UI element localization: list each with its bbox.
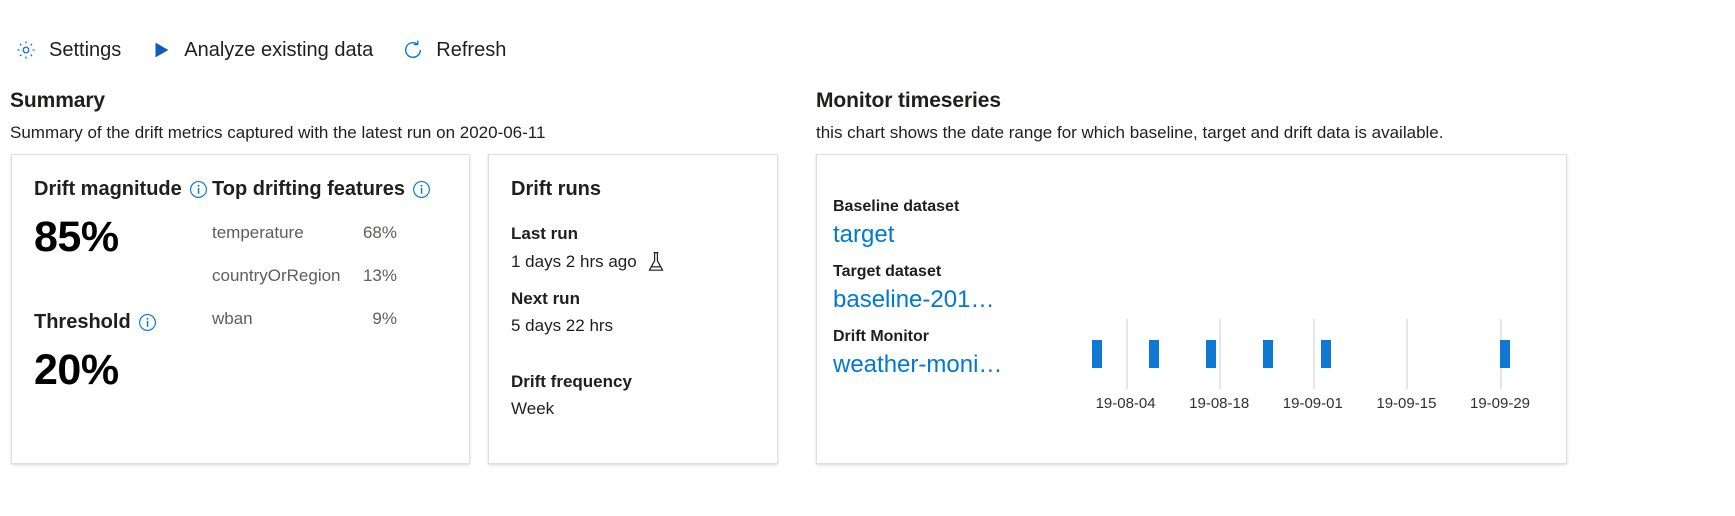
drift-magnitude-info-icon[interactable]	[189, 180, 208, 199]
monitor-timeseries-section-header: Monitor timeseries this chart shows the …	[816, 88, 1696, 144]
chart-gridline	[1125, 319, 1128, 389]
gear-icon	[14, 38, 38, 62]
target-dataset-link[interactable]: baseline-201…	[833, 284, 1023, 315]
chart-bar[interactable]	[1091, 340, 1102, 368]
timeseries-dataset-labels: Baseline dataset target Target dataset b…	[833, 197, 1023, 393]
chart-x-tick-label: 19-09-01	[1282, 395, 1343, 412]
feature-value: 9%	[372, 309, 397, 328]
summary-title: Summary	[10, 89, 106, 112]
chart-bar[interactable]	[1149, 340, 1159, 368]
chart-x-tick-label: 19-09-15	[1376, 395, 1437, 412]
threshold-info-icon[interactable]	[138, 313, 157, 332]
feature-value: 13%	[362, 266, 397, 285]
feature-name: temperature	[212, 223, 304, 242]
drift-runs-card: Drift runs Last run 1 days 2 hrs ago Nex…	[488, 154, 778, 464]
chart-x-tick-label: 19-09-29	[1469, 395, 1531, 412]
drift-magnitude-label: Drift magnitude	[34, 178, 182, 200]
threshold-heading: Threshold	[34, 310, 208, 334]
next-run-value: 5 days 22 hrs	[511, 316, 614, 336]
play-icon	[149, 38, 173, 62]
feature-value: 68%	[362, 223, 397, 242]
chart-gridline	[1219, 319, 1222, 389]
analyze-existing-data-button[interactable]: Analyze existing data	[135, 34, 387, 66]
drift-runs-title: Drift runs	[511, 178, 601, 200]
drift-magnitude-heading: Drift magnitude	[34, 177, 208, 201]
timeseries-plot: 19-08-04 19-08-18 19-09-01 19-09-15 19-09-29	[1032, 169, 1552, 453]
drift-monitor-label: Drift Monitor	[833, 328, 929, 346]
baseline-dataset-label: Baseline dataset	[833, 198, 960, 215]
drift-frequency-label: Drift frequency	[511, 372, 632, 392]
top-drifting-features-label: Top drifting features	[212, 178, 405, 200]
threshold-block: Threshold 20%	[34, 310, 208, 393]
monitor-timeseries-card: Baseline dataset target Target dataset b…	[816, 154, 1567, 464]
command-bar: Settings Analyze existing data Refresh	[0, 28, 520, 72]
summary-card-inner: Drift magnitude 85% Threshold 20% Top dr…	[12, 155, 469, 463]
summary-subtitle: Summary of the drift metrics captured wi…	[10, 123, 546, 143]
refresh-button-label: Refresh	[436, 39, 507, 61]
settings-button[interactable]: Settings	[0, 34, 135, 66]
analyze-existing-data-label: Analyze existing data	[184, 39, 374, 61]
next-run-label: Next run	[511, 289, 580, 309]
top-drifting-features-column: Top drifting features temperature 68% co…	[208, 177, 469, 463]
feature-name: wban	[212, 309, 253, 328]
summary-section-header: Summary Summary of the drift metrics cap…	[10, 88, 790, 144]
target-dataset-label: Target dataset	[833, 263, 942, 281]
drift-runs-inner: Drift runs Last run 1 days 2 hrs ago Nex…	[489, 155, 777, 420]
chart-gridline	[1406, 319, 1409, 389]
top-drifting-features-info-icon[interactable]	[412, 180, 431, 199]
top-drifting-features-heading: Top drifting features	[212, 177, 469, 201]
refresh-icon	[401, 38, 425, 62]
monitor-timeseries-subtitle: this chart shows the date range for whic…	[816, 123, 1444, 143]
threshold-value: 20%	[34, 346, 119, 395]
summary-metrics-card: Drift magnitude 85% Threshold 20% Top dr…	[11, 154, 470, 464]
refresh-button[interactable]: Refresh	[387, 34, 520, 66]
chart-x-tick-label: 19-08-04	[1095, 395, 1156, 412]
feature-name: countryOrRegion	[212, 266, 341, 285]
flask-icon[interactable]	[645, 250, 667, 274]
chart-bar[interactable]	[1320, 340, 1331, 368]
monitor-timeseries-inner: Baseline dataset target Target dataset b…	[817, 155, 1566, 463]
drift-magnitude-column: Drift magnitude 85% Threshold 20%	[12, 177, 208, 463]
chart-bar[interactable]	[1206, 340, 1217, 368]
drift-frequency-value: Week	[511, 399, 555, 419]
chart-x-tick-label: 19-08-18	[1189, 395, 1250, 412]
last-run-label: Last run	[511, 224, 579, 243]
last-run-value: 1 days 2 hrs ago	[511, 252, 637, 272]
chart-bar[interactable]	[1263, 340, 1274, 368]
monitor-timeseries-title: Monitor timeseries	[816, 89, 1001, 112]
baseline-dataset-link[interactable]: target	[833, 219, 1023, 250]
chart-bar[interactable]	[1500, 340, 1510, 368]
drift-monitor-link[interactable]: weather-moni…	[833, 349, 1023, 380]
feature-row: countryOrRegion 13%	[212, 266, 469, 286]
drift-magnitude-value: 85%	[34, 213, 119, 261]
chart-gridline	[1312, 319, 1315, 389]
feature-row: wban 9%	[212, 309, 469, 329]
threshold-label: Threshold	[34, 311, 131, 334]
settings-button-label: Settings	[49, 39, 122, 61]
feature-row: temperature 68%	[212, 223, 469, 243]
last-run-value-row: 1 days 2 hrs ago	[511, 250, 777, 274]
